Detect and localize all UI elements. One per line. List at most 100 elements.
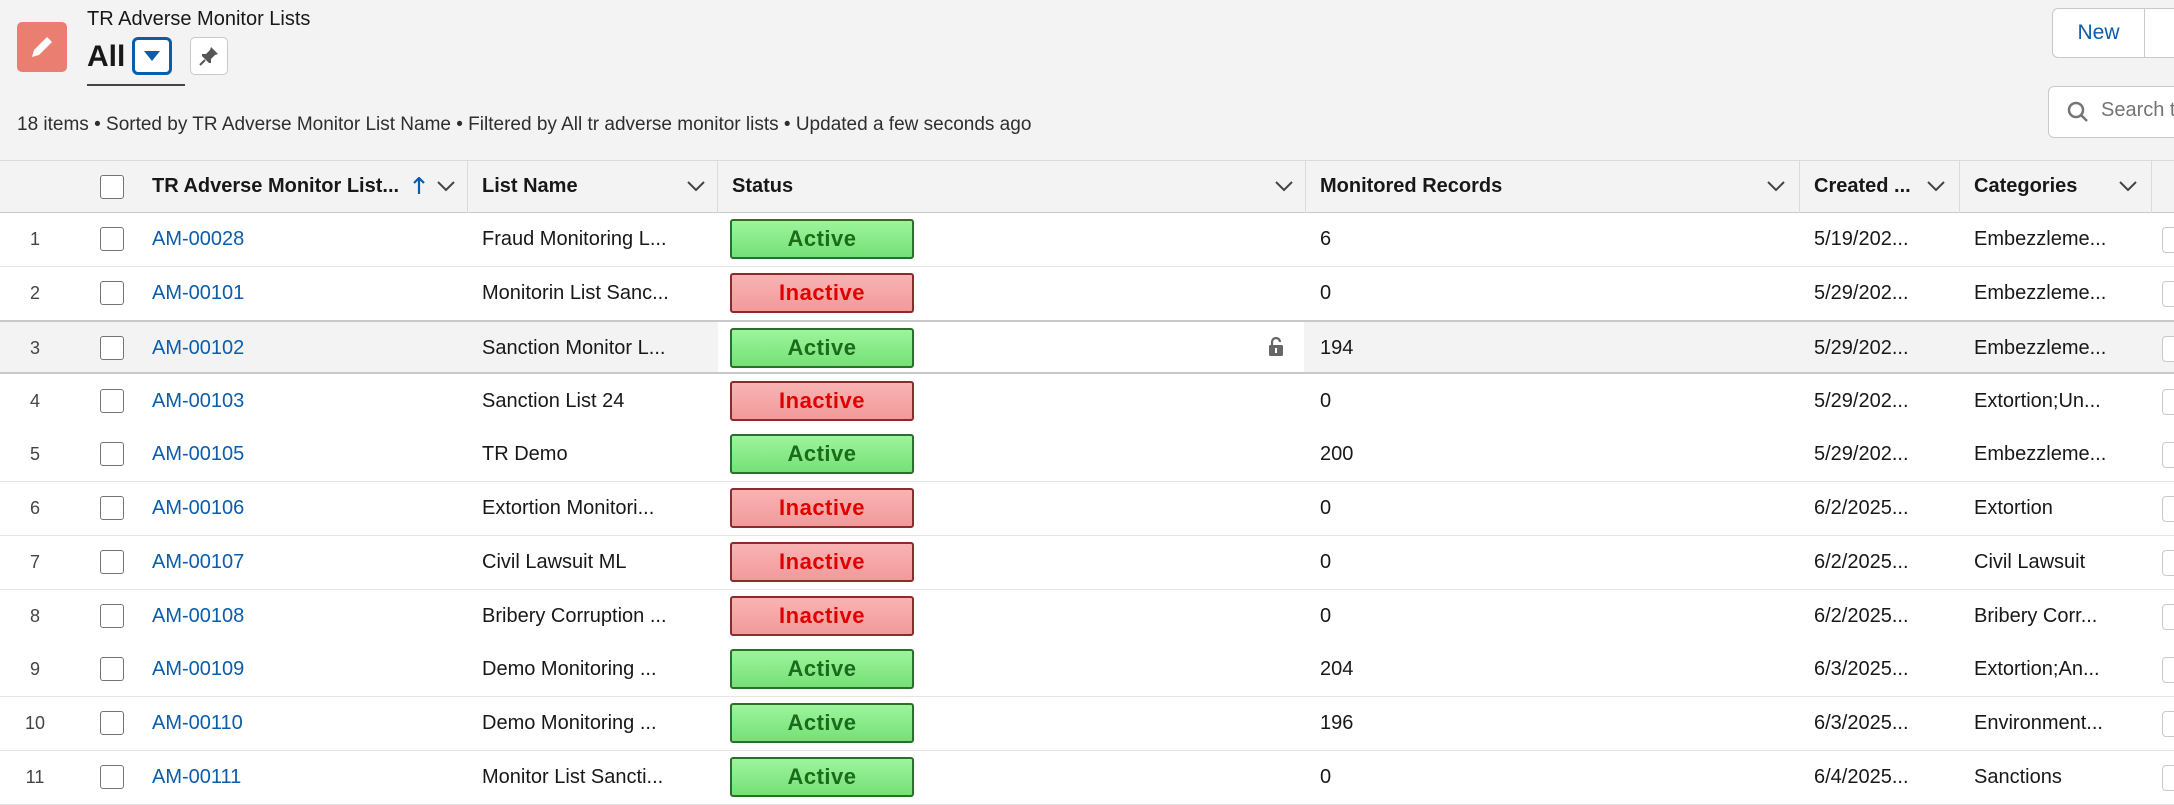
row-number: 1 bbox=[29, 229, 40, 249]
record-id-link[interactable]: AM-00101 bbox=[152, 267, 244, 319]
row-select-checkbox[interactable] bbox=[100, 227, 124, 251]
row-select-checkbox[interactable] bbox=[100, 550, 124, 574]
table-row[interactable]: 10 AM-00110 Demo Monitoring ... Active 196 6/… bbox=[0, 697, 2174, 751]
column-header-categories[interactable]: Categories bbox=[1960, 161, 2152, 213]
table-row[interactable]: 1 AM-00028 Fraud Monitoring L... Active 6 5/1… bbox=[0, 213, 2174, 267]
record-id-link[interactable]: AM-00028 bbox=[152, 213, 244, 265]
column-label: Monitored Records bbox=[1320, 175, 1503, 197]
row-actions-button[interactable] bbox=[2162, 657, 2174, 683]
row-actions-button[interactable] bbox=[2162, 496, 2174, 522]
select-all-checkbox[interactable] bbox=[100, 175, 124, 199]
list-name-cell: Extortion Monitori... bbox=[482, 497, 655, 519]
created-date-cell: 6/4/2025... bbox=[1814, 766, 1909, 788]
row-actions-button[interactable] bbox=[2162, 765, 2174, 791]
row-number: 3 bbox=[29, 338, 40, 358]
created-date-cell: 5/29/202... bbox=[1814, 337, 1909, 359]
monitored-records-cell: 200 bbox=[1320, 443, 1354, 465]
search-box[interactable] bbox=[2048, 86, 2174, 138]
column-header-created[interactable]: Created ... bbox=[1800, 161, 1960, 213]
record-id-link[interactable]: AM-00103 bbox=[152, 375, 244, 427]
row-actions-button[interactable] bbox=[2162, 442, 2174, 468]
column-label: Status bbox=[732, 175, 794, 197]
list-name-cell: Sanction Monitor L... bbox=[482, 337, 666, 359]
row-number: 9 bbox=[29, 659, 40, 679]
chevron-down-icon[interactable] bbox=[686, 179, 706, 193]
list-view-header: TR Adverse Monitor Lists All New 18 item… bbox=[0, 0, 2174, 160]
chevron-down-icon[interactable] bbox=[1926, 179, 1946, 193]
table-row[interactable]: 7 AM-00107 Civil Lawsuit ML Inactive 0 6/2/20… bbox=[0, 536, 2174, 590]
monitored-records-cell: 0 bbox=[1320, 766, 1332, 788]
row-number: 11 bbox=[25, 767, 45, 787]
row-select-checkbox[interactable] bbox=[100, 765, 124, 789]
record-id-link[interactable]: AM-00108 bbox=[152, 590, 244, 642]
chevron-down-icon[interactable] bbox=[1766, 179, 1786, 193]
status-badge: Active bbox=[730, 434, 914, 474]
monitored-records-cell: 6 bbox=[1320, 228, 1332, 250]
row-select-checkbox[interactable] bbox=[100, 711, 124, 735]
row-select-checkbox[interactable] bbox=[100, 336, 124, 360]
column-label: Categories bbox=[1974, 175, 2078, 197]
categories-cell: Extortion;Un... bbox=[1974, 390, 2101, 412]
row-actions-button[interactable] bbox=[2162, 711, 2174, 737]
row-select-checkbox[interactable] bbox=[100, 281, 124, 305]
created-date-cell: 5/29/202... bbox=[1814, 282, 1909, 304]
row-select-checkbox[interactable] bbox=[100, 389, 124, 413]
table-row[interactable]: 3 AM-00102 Sanction Monitor L... Active 194 5… bbox=[0, 320, 2174, 374]
more-actions-button[interactable] bbox=[2145, 8, 2174, 58]
list-name-cell: Sanction List 24 bbox=[482, 390, 625, 412]
categories-cell: Extortion bbox=[1974, 497, 2053, 519]
search-input[interactable] bbox=[2101, 99, 2174, 122]
column-header-id[interactable]: TR Adverse Monitor List... bbox=[138, 161, 468, 213]
record-id-link[interactable]: AM-00107 bbox=[152, 536, 244, 588]
row-select-checkbox[interactable] bbox=[100, 442, 124, 466]
row-number: 7 bbox=[29, 552, 40, 572]
table-row[interactable]: 8 AM-00108 Bribery Corruption ... Inactive 0… bbox=[0, 590, 2174, 644]
pin-list-view-button[interactable] bbox=[190, 37, 228, 75]
categories-cell: Embezzleme... bbox=[1974, 337, 2107, 359]
chevron-down-icon[interactable] bbox=[436, 179, 456, 193]
row-actions-button[interactable] bbox=[2162, 550, 2174, 576]
row-select-checkbox[interactable] bbox=[100, 657, 124, 681]
row-actions-button[interactable] bbox=[2162, 389, 2174, 415]
list-view-underline bbox=[87, 84, 185, 86]
record-id-link[interactable]: AM-00105 bbox=[152, 428, 244, 480]
row-actions-button[interactable] bbox=[2162, 336, 2174, 362]
new-button[interactable]: New bbox=[2052, 8, 2145, 58]
chevron-down-icon[interactable] bbox=[2118, 179, 2138, 193]
column-header-list-name[interactable]: List Name bbox=[468, 161, 718, 213]
row-actions-button[interactable] bbox=[2162, 604, 2174, 630]
monitored-records-cell: 194 bbox=[1320, 337, 1354, 359]
record-id-link[interactable]: AM-00106 bbox=[152, 482, 244, 534]
created-date-cell: 6/3/2025... bbox=[1814, 712, 1909, 734]
column-header-monitored-records[interactable]: Monitored Records bbox=[1306, 161, 1800, 213]
table-row[interactable]: 6 AM-00106 Extortion Monitori... Inactive 0 6… bbox=[0, 482, 2174, 536]
record-id-link[interactable]: AM-00102 bbox=[152, 322, 244, 374]
categories-cell: Embezzleme... bbox=[1974, 228, 2107, 250]
status-badge: Inactive bbox=[730, 542, 914, 582]
status-badge: Active bbox=[730, 703, 914, 743]
monitored-records-cell: 0 bbox=[1320, 282, 1332, 304]
chevron-down-icon[interactable] bbox=[1274, 179, 1294, 193]
pin-icon bbox=[199, 47, 218, 66]
table-row[interactable]: 9 AM-00109 Demo Monitoring ... Active 204 6/3… bbox=[0, 643, 2174, 697]
column-header-status[interactable]: Status bbox=[718, 161, 1306, 213]
row-number: 2 bbox=[29, 283, 40, 303]
table-row[interactable]: 4 AM-00103 Sanction List 24 Inactive 0 5/29/2… bbox=[0, 375, 2174, 429]
row-select-checkbox[interactable] bbox=[100, 604, 124, 628]
list-view-picker-button[interactable] bbox=[132, 37, 172, 75]
row-actions-button[interactable] bbox=[2162, 227, 2174, 253]
row-actions-button[interactable] bbox=[2162, 281, 2174, 307]
table-row[interactable]: 5 AM-00105 TR Demo Active 200 5/29/202... Embe… bbox=[0, 428, 2174, 482]
monitored-records-cell: 0 bbox=[1320, 497, 1332, 519]
record-id-link[interactable]: AM-00110 bbox=[152, 697, 243, 749]
status-badge: Inactive bbox=[730, 596, 914, 636]
table-row[interactable]: 2 AM-00101 Monitorin List Sanc... Inactive 0… bbox=[0, 267, 2174, 321]
monitored-records-cell: 204 bbox=[1320, 658, 1354, 680]
record-id-link[interactable]: AM-00109 bbox=[152, 643, 244, 695]
categories-cell: Civil Lawsuit bbox=[1974, 551, 2086, 573]
created-date-cell: 6/2/2025... bbox=[1814, 551, 1909, 573]
table-row[interactable]: 11 AM-00111 Monitor List Sancti... Active 0 6… bbox=[0, 751, 2174, 805]
record-id-link[interactable]: AM-00111 bbox=[152, 751, 241, 803]
row-number: 6 bbox=[29, 498, 40, 518]
row-select-checkbox[interactable] bbox=[100, 496, 124, 520]
